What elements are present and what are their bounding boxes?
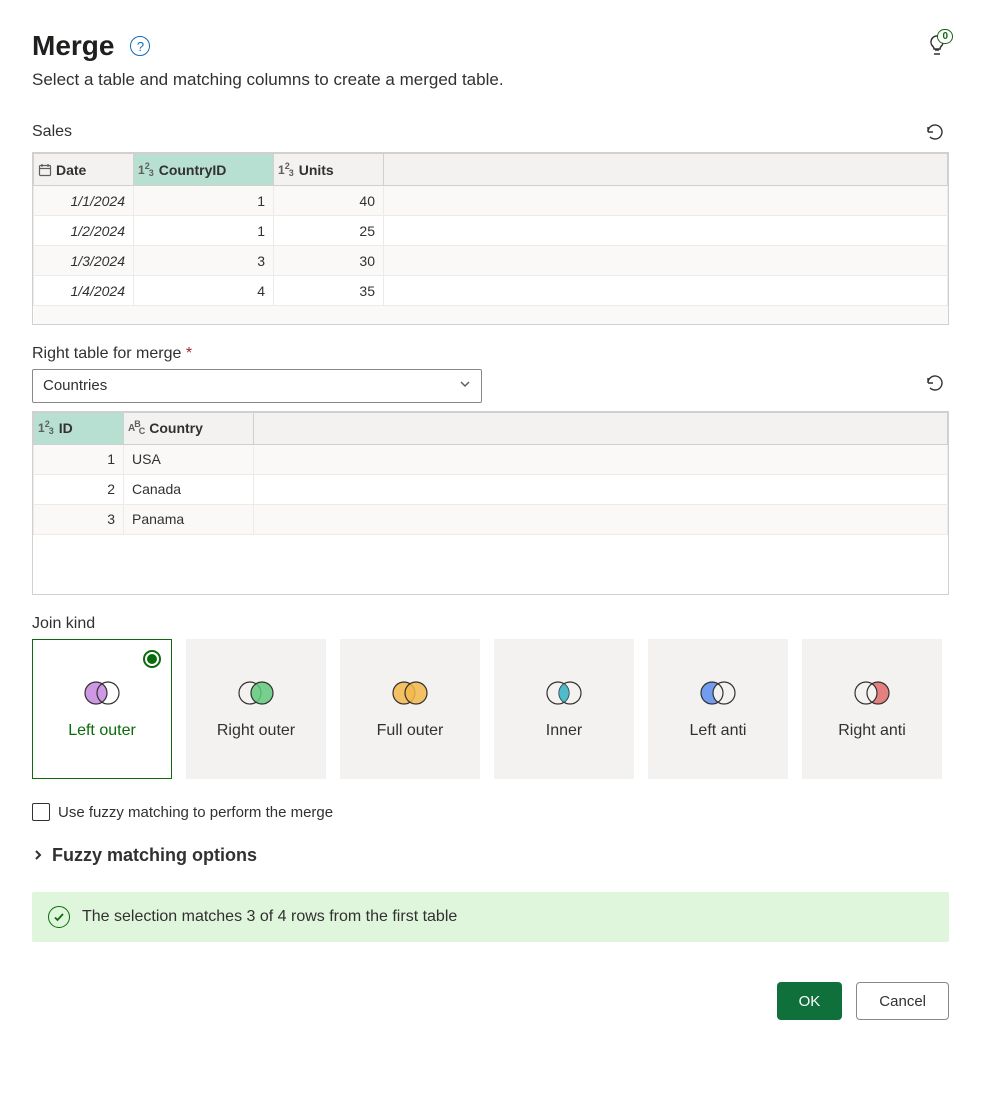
join-kind-label: Join kind — [32, 615, 949, 633]
table-row[interactable]: 3Panama — [34, 504, 948, 534]
date-type-icon — [38, 163, 52, 177]
venn-left-anti-icon — [695, 678, 741, 708]
success-check-icon — [48, 906, 70, 928]
refresh-left-icon[interactable] — [921, 118, 949, 152]
table-row[interactable]: 1/2/2024125 — [34, 216, 948, 246]
venn-left-outer-icon — [79, 678, 125, 708]
column-header-id[interactable]: 123 ID — [34, 412, 124, 444]
venn-inner-icon — [541, 678, 587, 708]
match-notice: The selection matches 3 of 4 rows from t… — [32, 892, 949, 942]
column-header-countryid[interactable]: 123 CountryID — [134, 154, 274, 186]
table-row[interactable]: 2Canada — [34, 474, 948, 504]
right-table-grid: 123 ID ABC Country 1USA 2Canada — [32, 411, 949, 596]
right-table-label: Right table for merge * — [32, 345, 949, 363]
table-row[interactable]: 1/1/2024140 — [34, 186, 948, 216]
number-type-icon: 123 — [278, 163, 295, 177]
join-option-right-outer[interactable]: Right outer — [186, 639, 326, 779]
fuzzy-options-expander[interactable]: Fuzzy matching options — [32, 845, 949, 866]
join-option-inner[interactable]: Inner — [494, 639, 634, 779]
dialog-title: Merge — [32, 30, 114, 62]
number-type-icon: 123 — [38, 421, 55, 435]
column-header-date[interactable]: Date — [34, 154, 134, 186]
dialog-description: Select a table and matching columns to c… — [32, 70, 949, 90]
table-row[interactable]: 1USA — [34, 444, 948, 474]
number-type-icon: 123 — [138, 163, 155, 177]
table-row[interactable]: 1/3/2024330 — [34, 246, 948, 276]
join-kind-group: Left outer Right outer Full outer Inner — [32, 639, 949, 779]
text-type-icon: ABC — [128, 423, 145, 434]
table-row[interactable]: 1/4/2024435 — [34, 276, 948, 306]
ok-button[interactable]: OK — [777, 982, 843, 1020]
join-option-left-anti[interactable]: Left anti — [648, 639, 788, 779]
fuzzy-matching-label: Use fuzzy matching to perform the merge — [58, 804, 333, 821]
tips-badge: 0 — [937, 29, 953, 44]
venn-right-outer-icon — [233, 678, 279, 708]
join-option-right-anti[interactable]: Right anti — [802, 639, 942, 779]
left-table-grid: Date 123 CountryID 123 Units — [32, 152, 949, 325]
chevron-down-icon — [459, 378, 471, 393]
radio-selected-icon — [143, 650, 161, 668]
chevron-right-icon — [32, 845, 44, 866]
column-header-units[interactable]: 123 Units — [274, 154, 384, 186]
column-header-country[interactable]: ABC Country — [124, 412, 254, 444]
right-table-dropdown[interactable]: Countries — [32, 369, 482, 403]
venn-right-anti-icon — [849, 678, 895, 708]
left-table-name: Sales — [32, 123, 72, 141]
cancel-button[interactable]: Cancel — [856, 982, 949, 1020]
join-option-left-outer[interactable]: Left outer — [32, 639, 172, 779]
venn-full-outer-icon — [387, 678, 433, 708]
fuzzy-matching-checkbox[interactable] — [32, 803, 50, 821]
help-icon[interactable]: ? — [130, 36, 150, 56]
tips-icon[interactable]: 0 — [925, 33, 949, 60]
refresh-right-icon[interactable] — [921, 369, 949, 403]
join-option-full-outer[interactable]: Full outer — [340, 639, 480, 779]
